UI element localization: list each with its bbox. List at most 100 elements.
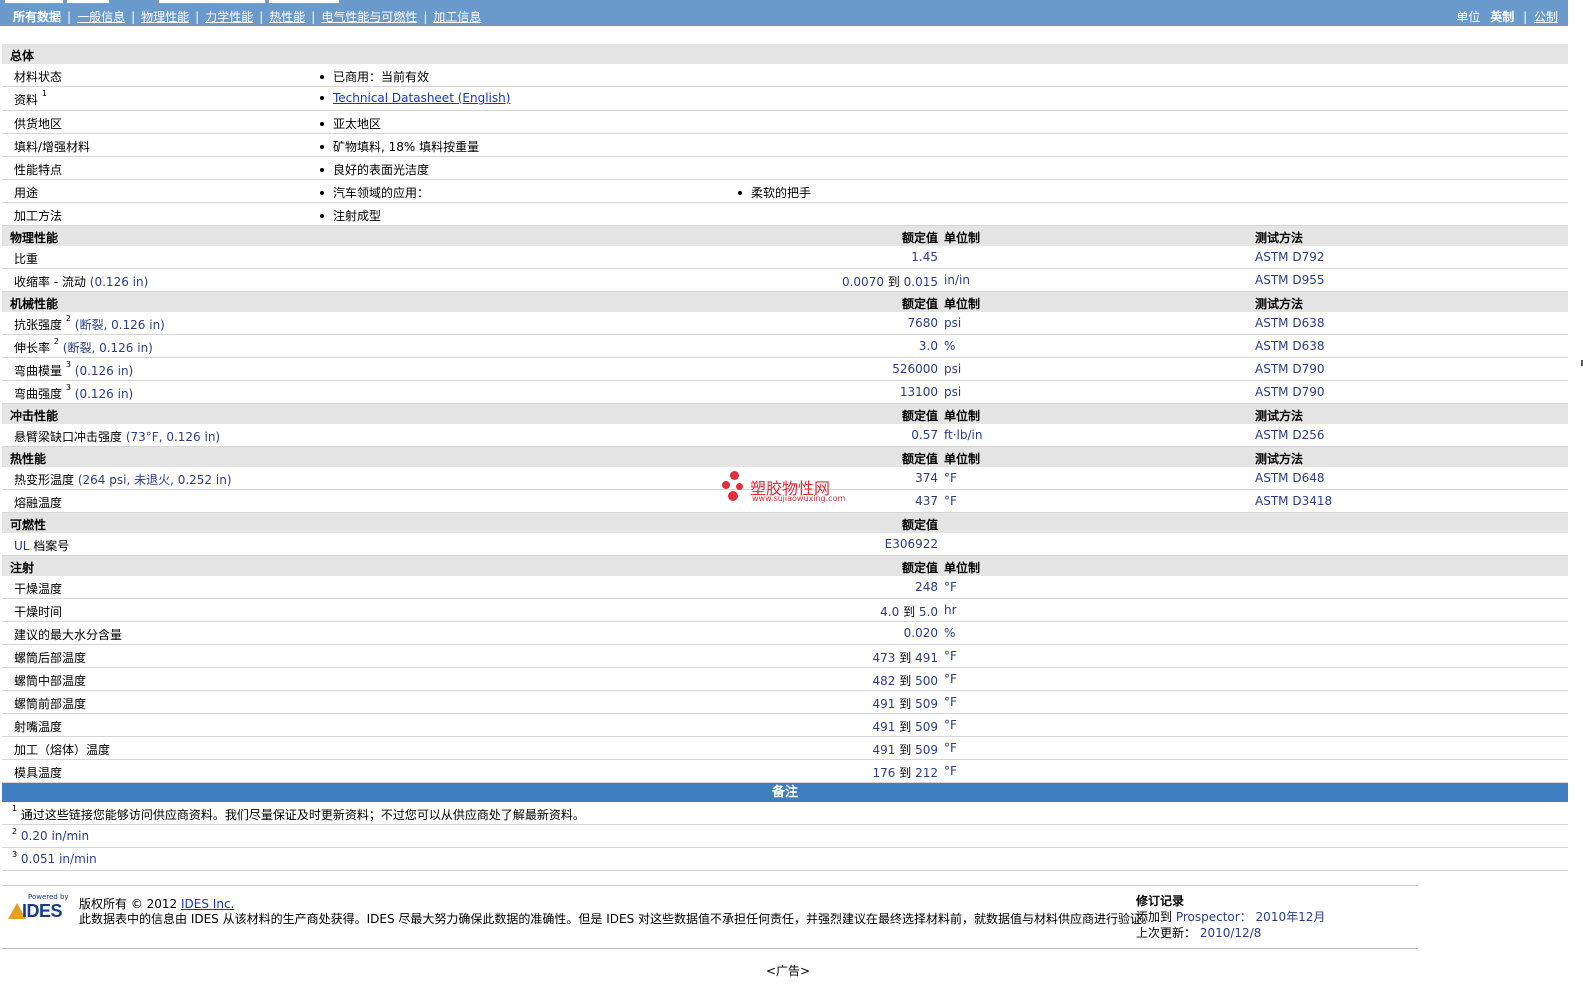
added-prefix: Prospector： — [1175, 910, 1252, 924]
range-to: 5.0 — [918, 605, 938, 619]
property-name: 悬臂梁缺口冲击强度 — [14, 430, 123, 444]
property-condition: (断裂, 0.126 in) — [62, 341, 153, 355]
section-title: 总体 — [10, 49, 35, 63]
ides-link[interactable]: IDES Inc. — [181, 897, 234, 911]
table-row: 材料状态 已商用：当前有效 — [2, 64, 1568, 87]
table-row: 螺筒中部温度 482 到 500 °F — [2, 668, 1568, 691]
watermark-dot — [722, 481, 730, 489]
col-header-test: 测试方法 — [1255, 452, 1304, 466]
section-header: 可燃性 额定值 — [2, 513, 1568, 533]
property-unit: ft·lb/in — [944, 428, 983, 442]
property-label: 填料/增强材料 — [14, 138, 90, 155]
property-condition: (0.126 in) — [89, 275, 149, 289]
bullet-text: 矿物填料, 18% 填料按重量 — [333, 140, 480, 154]
bullet-item: 柔软的把手 — [738, 184, 811, 201]
footnote-ref[interactable]: 3 — [66, 383, 71, 392]
property-name: 资料 — [14, 93, 39, 107]
unit-metric-link[interactable]: 公制 — [1534, 10, 1558, 24]
note-content: 0.20 in/min — [20, 829, 90, 843]
bullet-item[interactable]: Technical Datasheet (English) — [320, 91, 510, 105]
section-title: 注射 — [10, 561, 35, 575]
property-label: 收缩率 - 流动 (0.126 in) — [14, 273, 148, 290]
range-from: 4.0 — [880, 605, 900, 619]
test-method: ASTM D792 — [1255, 250, 1325, 264]
property-name: 射嘴温度 — [14, 720, 63, 734]
note-number: 3 — [12, 850, 18, 859]
range-word: 到 — [899, 743, 912, 757]
footnote-ref[interactable]: 3 — [66, 360, 71, 369]
property-value: 482 到 500 — [873, 672, 938, 689]
property-label: 比重 — [14, 250, 38, 267]
range-from: 491 — [872, 743, 896, 757]
bullet-text: 良好的表面光洁度 — [333, 163, 430, 177]
range-from: 491 — [872, 720, 896, 734]
range-to: 509 — [915, 743, 938, 757]
property-condition: (73°F, 0.126 in) — [125, 430, 221, 444]
property-value: 176 到 212 — [873, 764, 938, 781]
watermark-dot — [730, 471, 739, 480]
nav-link-5[interactable]: 热性能 — [269, 10, 305, 24]
section-title: 机械性能 — [10, 297, 59, 311]
range-to: 509 — [915, 697, 938, 711]
range-from: 176 — [872, 766, 896, 780]
unit-imperial[interactable]: 英制 — [1490, 10, 1514, 24]
property-condition: (0.126 in) — [74, 387, 134, 401]
nav-link-3[interactable]: 物理性能 — [141, 10, 189, 24]
table-row: 供货地区 亚太地区 — [2, 111, 1568, 134]
property-label: 弯曲模量 3 (0.126 in) — [14, 360, 133, 379]
range-to: 491 — [915, 651, 938, 665]
property-value: 526000 — [892, 362, 938, 376]
property-value: 0.020 — [903, 626, 938, 640]
range-from: 473 — [872, 651, 896, 665]
nav-link-6[interactable]: 电气性能与可燃性 — [321, 10, 417, 24]
section-header: 注射 额定值 单位制 — [2, 556, 1568, 576]
property-prefix: UL — [14, 539, 30, 553]
watermark-dot — [728, 491, 738, 501]
copyright-text: 版权所有 © 2012 — [79, 897, 178, 911]
nav-link-7[interactable]: 加工信息 — [433, 10, 481, 24]
col-header-value: 额定值 — [901, 409, 938, 423]
section-header: 物理性能 额定值 单位制 测试方法 — [2, 226, 1568, 246]
footnote-ref[interactable]: 2 — [54, 337, 59, 346]
range-to: 0.015 — [903, 275, 938, 289]
property-name: 收缩率 - 流动 — [14, 275, 86, 289]
property-name: 比重 — [14, 252, 39, 266]
bullet-item: 汽车领域的应用： — [320, 184, 429, 201]
datasheet-link[interactable]: Technical Datasheet (English) — [333, 91, 510, 105]
unit-switch: 单位 英制 | 公制 — [1456, 10, 1558, 24]
property-label: 性能特点 — [14, 161, 62, 178]
footnote-ref[interactable]: 2 — [66, 314, 71, 323]
property-value: 437 — [915, 494, 938, 508]
nav-link-2[interactable]: 一般信息 — [77, 10, 125, 24]
property-label: 熔融温度 — [14, 494, 62, 511]
ides-logo[interactable]: Powered by IDES — [8, 893, 72, 923]
bullet-icon — [320, 213, 324, 218]
range-word: 到 — [899, 766, 912, 780]
bullet-icon — [320, 121, 324, 126]
footnote-ref[interactable]: 1 — [42, 89, 47, 98]
table-row: 抗张强度 2 (断裂, 0.126 in) 7680 psi ASTM D638 — [2, 312, 1568, 335]
note-row: 1 通过这些链接您能够访问供应商资料。我们尽量保证及时更新资料；不过您可以从供应… — [2, 802, 1568, 825]
property-name: 弯曲模量 — [14, 364, 63, 378]
property-value: 491 到 509 — [873, 718, 938, 735]
col-header-value: 额定值 — [901, 561, 938, 575]
test-method: ASTM D256 — [1255, 428, 1325, 442]
property-unit: °F — [944, 695, 957, 709]
property-value: 0.0070 到 0.015 — [842, 273, 938, 290]
nav-link-1[interactable]: 所有数据 — [13, 10, 61, 24]
property-label: 射嘴温度 — [14, 718, 62, 735]
property-unit: hr — [944, 603, 957, 617]
note-row: 2 0.20 in/min — [2, 825, 1568, 848]
nav-link-4[interactable]: 力学性能 — [205, 10, 253, 24]
revision-title: 修订记录 — [1136, 894, 1185, 908]
section-title: 可燃性 — [10, 518, 47, 532]
property-unit: °F — [944, 649, 957, 663]
note-row: 3 0.051 in/min — [2, 848, 1568, 871]
property-unit: °F — [944, 471, 957, 485]
section-header: 冲击性能 额定值 单位制 测试方法 — [2, 404, 1568, 424]
property-unit: psi — [944, 362, 962, 376]
unit-label: 单位 — [1456, 10, 1481, 24]
col-header-unit: 单位制 — [944, 452, 981, 466]
logo-powered-by: Powered by — [28, 893, 69, 901]
table-row: 干燥时间 4.0 到 5.0 hr — [2, 599, 1568, 622]
